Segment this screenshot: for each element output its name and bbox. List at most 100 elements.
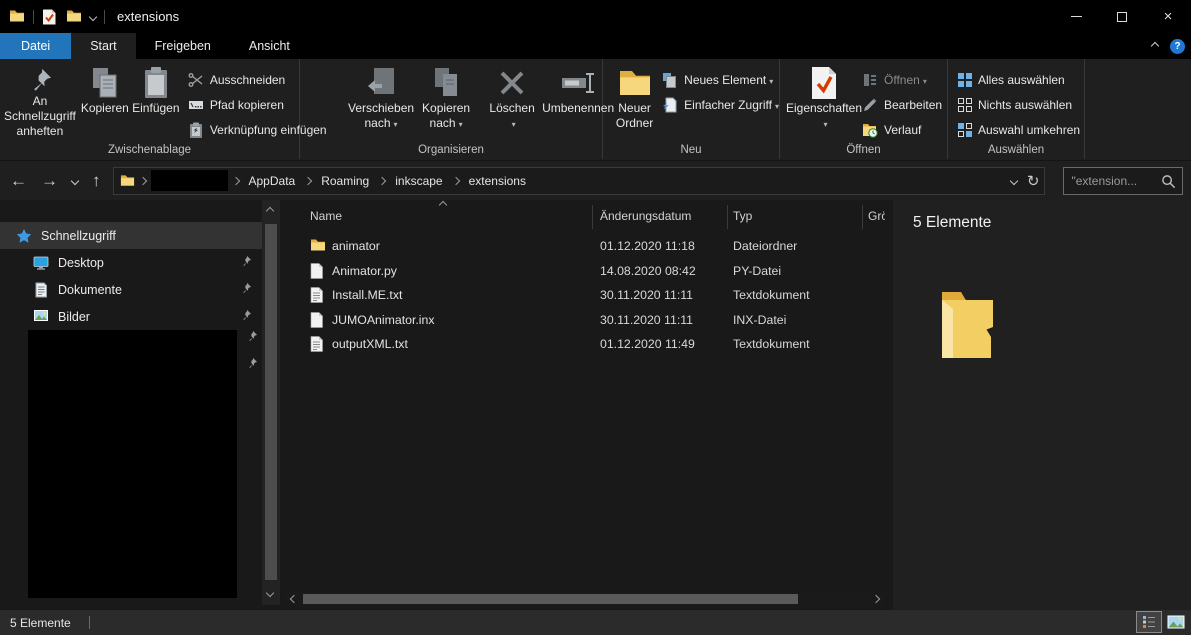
new-folder-label: Neuer Ordner	[615, 101, 654, 131]
file-row-animator-py[interactable]: Animator.py 14.08.2020 08:42 PY-Datei	[285, 259, 885, 284]
minimize-button[interactable]	[1053, 0, 1099, 33]
pin-icon[interactable]	[246, 357, 258, 372]
delete-button[interactable]: Löschen▾	[486, 63, 538, 139]
file-row-install-me[interactable]: Install.ME.txt 30.11.2020 11:11 Textdoku…	[285, 283, 885, 308]
column-header-size[interactable]: Größe	[868, 209, 885, 223]
paste-label: Einfügen	[132, 101, 179, 116]
collapse-ribbon-icon[interactable]	[1151, 42, 1159, 50]
open-button[interactable]: Öffnen▾	[862, 70, 942, 89]
column-headers: Name Änderungsdatum Typ Größe	[285, 202, 885, 230]
file-icon	[310, 312, 326, 328]
search-icon	[1161, 174, 1176, 192]
main-area: Schnellzugriff Desktop Dokumente	[0, 200, 1191, 610]
properties-qat-icon[interactable]	[42, 9, 58, 25]
sidebar-pictures-label: Bilder	[58, 310, 90, 324]
group-label-open: Öffnen	[780, 144, 947, 156]
close-icon: ×	[1164, 9, 1173, 24]
copy-to-button[interactable]: Kopieren nach▾	[418, 63, 474, 139]
history-button[interactable]: Verlauf	[862, 120, 942, 139]
column-separator	[727, 205, 728, 229]
edit-button[interactable]: Bearbeiten	[862, 95, 942, 114]
column-header-name[interactable]: Name	[310, 209, 342, 223]
properties-button[interactable]: Eigenschaften▾	[788, 63, 860, 139]
help-icon[interactable]: ?	[1170, 39, 1185, 54]
file-name: Install.ME.txt	[332, 288, 402, 302]
tab-home[interactable]: Start	[71, 33, 135, 59]
thumbnail-view-button[interactable]	[1163, 611, 1189, 633]
new-folder-qat-icon[interactable]	[66, 9, 82, 25]
tab-share[interactable]: Freigeben	[136, 33, 230, 59]
breadcrumb-segment-roaming[interactable]: Roaming	[316, 171, 374, 191]
pin-icon[interactable]	[240, 309, 252, 324]
pin-icon[interactable]	[240, 255, 252, 270]
forward-icon[interactable]: →	[41, 172, 58, 189]
new-folder-button[interactable]: Neuer Ordner	[611, 63, 658, 139]
file-row-animator[interactable]: animator 01.12.2020 11:18 Dateiordner	[285, 234, 885, 259]
horizontal-scrollbar-thumb[interactable]	[303, 594, 798, 604]
desktop-monitor-icon	[33, 255, 49, 271]
new-item-label: Neues Element▾	[684, 73, 773, 87]
file-type: PY-Datei	[733, 264, 781, 278]
file-date: 30.11.2020 11:11	[600, 313, 693, 327]
sidebar-item-pictures[interactable]: Bilder	[0, 303, 262, 330]
scroll-up-icon[interactable]	[266, 207, 274, 215]
address-dropdown-chevron-icon[interactable]	[1010, 176, 1018, 184]
group-label-clipboard: Zwischenablage	[0, 144, 299, 156]
tab-view[interactable]: Ansicht	[230, 33, 309, 59]
qat-customize-chevron-icon[interactable]	[89, 12, 97, 20]
pin-icon[interactable]	[240, 282, 252, 297]
breadcrumb-segment-extensions[interactable]: extensions	[464, 171, 531, 191]
copy-button[interactable]: Kopieren	[80, 63, 130, 139]
navigation-pane: Schnellzugriff Desktop Dokumente	[0, 200, 280, 610]
copy-to-label: Kopieren nach▾	[422, 101, 470, 131]
back-icon[interactable]: ←	[10, 172, 27, 189]
sidebar-item-documents[interactable]: Dokumente	[0, 276, 262, 303]
breadcrumb-segment-appdata[interactable]: AppData	[244, 171, 301, 191]
pin-icon[interactable]	[246, 330, 258, 345]
refresh-icon[interactable]: ↻	[1027, 172, 1040, 190]
new-item-button[interactable]: Neues Element▾	[662, 70, 779, 89]
tab-file[interactable]: Datei	[0, 33, 71, 59]
invert-selection-button[interactable]: Auswahl umkehren	[958, 120, 1080, 139]
details-view-button[interactable]	[1136, 611, 1162, 633]
move-to-button[interactable]: Verschieben nach▾	[344, 63, 418, 139]
scroll-left-icon[interactable]	[290, 595, 298, 603]
file-row-jumoanimator[interactable]: JUMOAnimator.inx 30.11.2020 11:11 INX-Da…	[285, 308, 885, 333]
select-all-button[interactable]: Alles auswählen	[958, 70, 1080, 89]
file-row-outputxml[interactable]: outputXML.txt 01.12.2020 11:49 Textdokum…	[285, 332, 885, 357]
sidebar-item-quick-access[interactable]: Schnellzugriff	[0, 222, 262, 249]
folder-icon	[310, 238, 326, 254]
file-icon	[310, 263, 326, 279]
column-header-date[interactable]: Änderungsdatum	[600, 209, 691, 223]
search-input[interactable]	[1064, 174, 1156, 188]
search-box[interactable]	[1063, 167, 1183, 195]
scroll-right-icon[interactable]	[872, 595, 880, 603]
select-none-button[interactable]: Nichts auswählen	[958, 95, 1080, 114]
scroll-down-icon[interactable]	[266, 589, 274, 597]
status-separator	[89, 616, 90, 629]
ribbon-group-clipboard: An Schnellzugriff anheften Kopieren Einf…	[0, 59, 300, 159]
explorer-window: extensions × Datei Start Freigeben Ansic…	[0, 0, 1191, 635]
ribbon-group-organize: Verschieben nach▾ Kopieren nach▾ Löschen…	[300, 59, 603, 159]
easy-access-button[interactable]: Einfacher Zugriff▾	[662, 95, 779, 114]
minimize-icon	[1071, 16, 1082, 17]
group-label-select: Auswählen	[948, 144, 1084, 156]
sidebar-item-desktop[interactable]: Desktop	[0, 249, 262, 276]
pin-to-quick-access-button[interactable]: An Schnellzugriff anheften	[0, 63, 80, 139]
select-none-label: Nichts auswählen	[978, 98, 1072, 112]
file-name: outputXML.txt	[332, 337, 408, 351]
breadcrumb-segment-inkscape[interactable]: inkscape	[390, 171, 447, 191]
address-bar[interactable]: AppData Roaming inkscape extensions ↻	[113, 167, 1045, 195]
maximize-button[interactable]	[1099, 0, 1145, 33]
column-header-type[interactable]: Typ	[733, 209, 752, 223]
horizontal-scrollbar[interactable]	[285, 592, 885, 606]
sidebar-scrollbar-thumb[interactable]	[265, 224, 277, 580]
recent-locations-chevron-icon[interactable]	[71, 176, 79, 184]
close-button[interactable]: ×	[1145, 0, 1191, 33]
up-icon[interactable]: ↑	[92, 172, 101, 189]
paste-button[interactable]: Einfügen	[130, 63, 182, 139]
address-folder-icon	[120, 174, 135, 187]
sidebar-quick-access-label: Schnellzugriff	[41, 229, 116, 243]
history-label: Verlauf	[884, 123, 921, 137]
sidebar-scrollbar[interactable]	[262, 200, 280, 605]
